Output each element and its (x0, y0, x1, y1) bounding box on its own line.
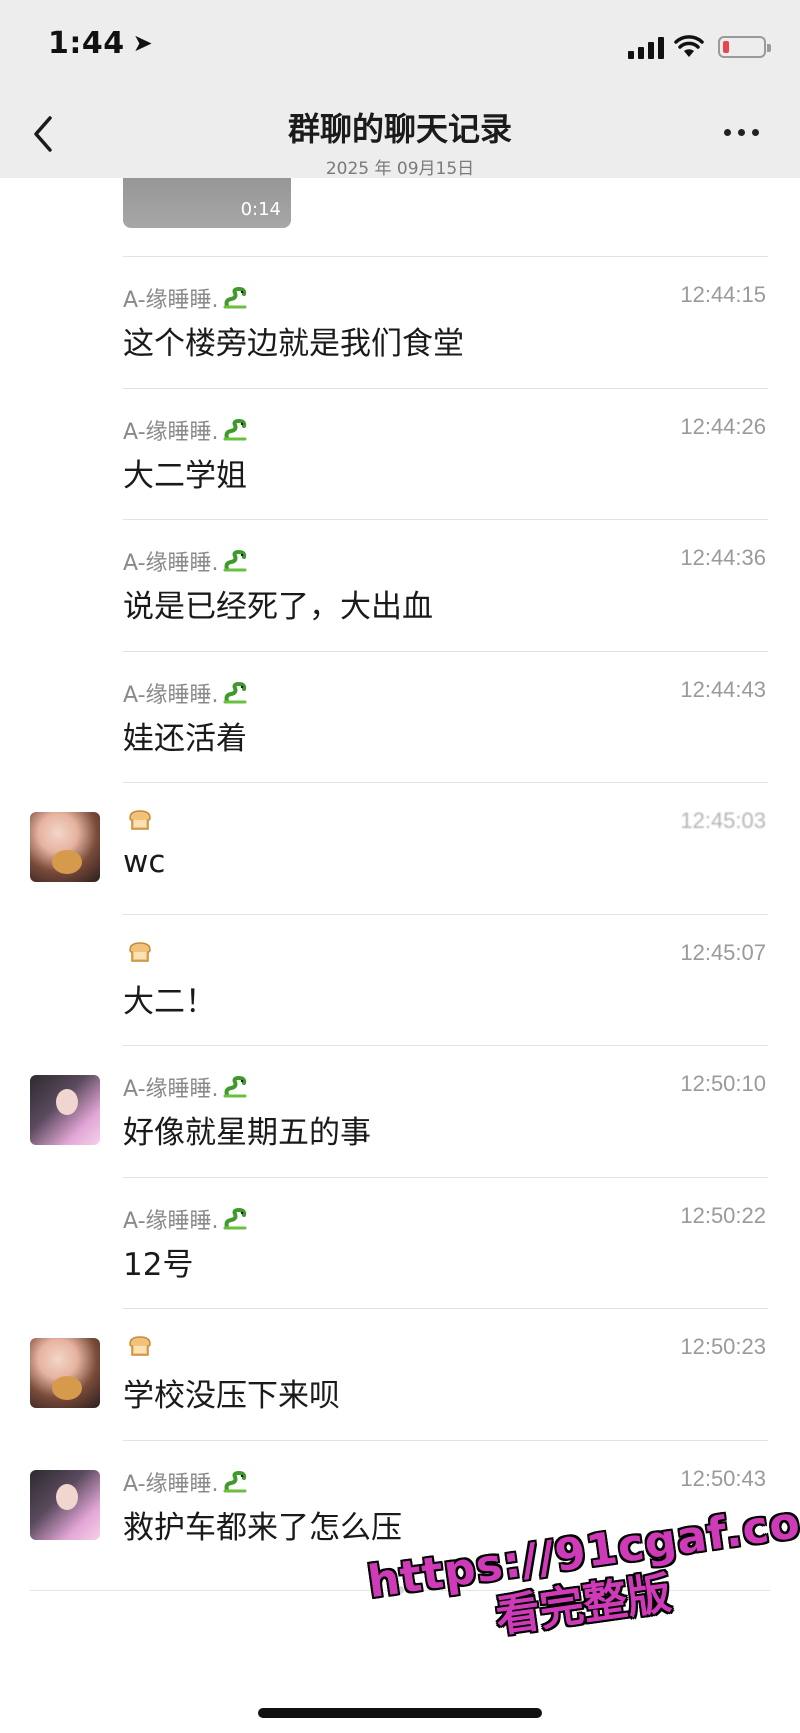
battery-icon (718, 36, 771, 58)
sender-name (123, 1334, 155, 1358)
sender-name-text: A-缘睡睡. (123, 551, 219, 576)
sender-name: A-缘睡睡. (123, 1466, 251, 1498)
message-timestamp: 12:44:43 (680, 676, 766, 702)
sender-name-text: A-缘睡睡. (123, 1208, 219, 1234)
sender-name (123, 808, 155, 832)
message-timestamp: 12:50:22 (680, 1202, 766, 1228)
message-text: 这个楼旁边就是我们食堂 (123, 326, 464, 362)
bread-icon (127, 1334, 155, 1358)
sender-name: A-缘睡睡. (123, 1203, 251, 1235)
message-text: 12号 (123, 1246, 194, 1283)
sender-name: A-缘睡睡. (123, 282, 251, 314)
divider (123, 387, 768, 389)
message-row[interactable]: A-缘睡睡. 12:44:36 说是已经死了，大出血 (0, 519, 800, 651)
message-timestamp: 12:50:43 (680, 1465, 766, 1491)
divider (123, 519, 768, 520)
message-timestamp: 12:45:03 (680, 808, 766, 833)
snake-icon (223, 1075, 251, 1099)
divider (123, 1176, 768, 1178)
sender-name: A-缘睡睡. (123, 1071, 251, 1103)
message-timestamp: 12:44:36 (680, 545, 766, 570)
status-time-text: 1:44 (48, 26, 125, 61)
sender-name-text: A-缘睡睡. (123, 1471, 219, 1497)
sender-name-text: A-缘睡睡. (123, 682, 219, 708)
avatar[interactable] (30, 1338, 100, 1408)
more-dot-icon (724, 128, 731, 136)
divider (123, 913, 768, 915)
page-title: 群聊的聊天记录 (287, 110, 512, 148)
status-icons (628, 32, 771, 62)
sender-name-text: A-缘睡睡. (123, 1077, 219, 1102)
avatar[interactable] (30, 1075, 100, 1145)
message-row[interactable]: A-缘睡睡. 12:50:10 好像就星期五的事 (0, 1045, 800, 1177)
snake-icon (223, 1470, 251, 1494)
status-time: 1:44 ➤ (48, 26, 153, 61)
message-text: 大二！ (123, 983, 216, 1020)
message-text: 好像就星期五的事 (123, 1115, 371, 1151)
more-dot-icon (752, 128, 759, 136)
message-timestamp: 12:45:07 (680, 939, 766, 965)
message-row[interactable]: A-缘睡睡. 12:44:43 娃还活着 (0, 650, 800, 783)
message-text: 大二学姐 (123, 457, 247, 494)
message-text: 学校没压下来呗 (123, 1378, 340, 1414)
message-timestamp: 12:50:10 (680, 1071, 766, 1096)
message-row[interactable]: A-缘睡睡. 12:44:15 这个楼旁边就是我们食堂 (0, 256, 800, 388)
more-dot-icon (738, 128, 745, 136)
divider (123, 650, 768, 652)
snake-icon (223, 418, 251, 442)
bread-icon (127, 940, 155, 964)
snake-icon (223, 286, 251, 310)
divider (123, 782, 768, 783)
message-timestamp: 12:44:26 (680, 413, 766, 439)
message-text: 救护车都来了怎么压 (123, 1509, 402, 1546)
sender-name: A-缘睡睡. (123, 414, 251, 446)
sender-name (123, 940, 155, 964)
avatar[interactable] (30, 1469, 100, 1540)
message-row[interactable]: 12:45:07 大二！ (0, 913, 800, 1046)
divider (123, 1045, 768, 1046)
snake-icon (223, 549, 251, 573)
page-subtitle-date: 2025 年 09月15日 (325, 159, 475, 179)
top-bar: 1:44 ➤ 群聊的聊天记录 2025 年 09月15日 (0, 0, 800, 179)
sender-name-text: A-缘睡睡. (123, 419, 219, 445)
nav-title-group: 群聊的聊天记录 2025 年 09月15日 (0, 104, 800, 179)
snake-icon (223, 681, 251, 705)
message-row[interactable]: 12:45:03 wc (0, 782, 800, 914)
avatar[interactable] (30, 812, 100, 882)
divider (123, 256, 768, 257)
snake-icon (223, 1207, 251, 1231)
message-row[interactable]: A-缘睡睡. 12:44:26 大二学姐 (0, 387, 800, 520)
video-duration: 0:14 (240, 199, 281, 220)
location-arrow-icon: ➤ (132, 29, 154, 57)
message-text: wc (123, 844, 166, 880)
sender-name: A-缘睡睡. (123, 545, 251, 577)
divider (123, 1439, 768, 1441)
message-timestamp: 12:44:15 (680, 282, 766, 307)
divider (123, 1308, 768, 1309)
message-row[interactable]: 12:50:23 学校没压下来呗 (0, 1308, 800, 1440)
sender-name: A-缘睡睡. (123, 677, 251, 709)
message-text: 娃还活着 (123, 720, 247, 757)
home-indicator[interactable] (258, 1708, 542, 1718)
cellular-signal-icon (628, 35, 664, 59)
message-text: 说是已经死了，大出血 (123, 589, 433, 625)
sender-name-text: A-缘睡睡. (123, 288, 219, 313)
bread-icon (127, 808, 155, 832)
message-timestamp: 12:50:23 (680, 1334, 766, 1359)
more-options-button[interactable] (724, 122, 764, 142)
message-row[interactable]: A-缘睡睡. 12:50:22 12号 (0, 1176, 800, 1309)
wifi-icon (674, 35, 704, 59)
